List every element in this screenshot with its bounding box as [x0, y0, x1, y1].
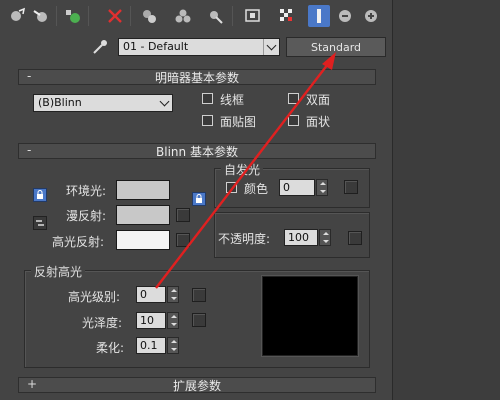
- self-illum-value-field[interactable]: 0: [279, 179, 315, 196]
- faceted-checkbox[interactable]: [288, 115, 299, 126]
- blinn-rollout-header[interactable]: - Blinn 基本参数: [18, 143, 376, 159]
- specular-map-button[interactable]: [176, 233, 190, 247]
- copy-material-icon[interactable]: [138, 5, 160, 27]
- spec-level-map-button[interactable]: [192, 288, 206, 302]
- put-to-library-icon[interactable]: [204, 5, 226, 27]
- opacity-spinner[interactable]: [319, 229, 331, 246]
- go-forward-icon[interactable]: [360, 5, 382, 27]
- spec-level-field[interactable]: 0: [136, 286, 166, 303]
- assign-material-icon[interactable]: [62, 5, 84, 27]
- go-to-parent-icon[interactable]: [334, 5, 356, 27]
- shader-rollout-header[interactable]: - 明暗器基本参数: [18, 69, 376, 85]
- chevron-down-icon: [156, 95, 172, 111]
- self-illum-map-button[interactable]: [344, 180, 358, 194]
- opacity-label: 不透明度:: [218, 232, 271, 246]
- lock-diffuse-map-icon[interactable]: [192, 192, 206, 206]
- extended-rollout-title: 扩展参数: [172, 378, 221, 393]
- opacity-map-button[interactable]: [348, 231, 362, 245]
- soften-label: 柔化:: [96, 341, 125, 355]
- specular-label: 高光反射:: [52, 235, 105, 249]
- link-icon[interactable]: [33, 216, 47, 230]
- glossiness-map-button[interactable]: [192, 313, 206, 327]
- show-end-result-icon[interactable]: [308, 5, 330, 27]
- self-illum-color-label: 颜色: [244, 182, 269, 196]
- reset-map-icon[interactable]: [104, 5, 126, 27]
- ambient-color-swatch[interactable]: [116, 180, 170, 200]
- opacity-value-field[interactable]: 100: [284, 229, 318, 246]
- highlight-curve-preview: [262, 276, 358, 356]
- soften-spinner[interactable]: [167, 337, 179, 354]
- two-sided-checkbox[interactable]: [288, 93, 299, 104]
- material-id-icon[interactable]: [242, 5, 264, 27]
- get-material-icon[interactable]: [6, 5, 28, 27]
- glossiness-label: 光泽度:: [82, 316, 123, 330]
- put-to-scene-icon[interactable]: [30, 5, 52, 27]
- expand-sign: +: [27, 377, 38, 391]
- side-panel: [392, 0, 500, 400]
- face-map-checkbox[interactable]: [202, 115, 213, 126]
- blinn-rollout-title: Blinn 基本参数: [156, 144, 238, 159]
- self-illum-color-checkbox[interactable]: [226, 182, 237, 193]
- specular-highlights-title: 反射高光: [31, 263, 86, 280]
- material-name-dropdown[interactable]: 01 - Default: [118, 38, 280, 56]
- soften-field[interactable]: 0.1: [136, 337, 166, 354]
- collapse-sign: -: [27, 143, 32, 157]
- diffuse-color-swatch[interactable]: [116, 205, 170, 225]
- glossiness-field[interactable]: 10: [136, 312, 166, 329]
- wire-checkbox[interactable]: [202, 93, 213, 104]
- two-sided-label: 双面: [306, 93, 331, 107]
- lock-ambient-diffuse-icon[interactable]: [33, 188, 47, 202]
- specular-color-swatch[interactable]: [116, 230, 170, 250]
- ambient-label: 环境光:: [66, 184, 107, 198]
- faceted-label: 面状: [306, 115, 331, 129]
- shader-type-dropdown[interactable]: (B)Blinn: [33, 94, 173, 112]
- eyedropper-icon[interactable]: [90, 38, 110, 56]
- spec-level-label: 高光级别:: [68, 290, 121, 304]
- diffuse-label: 漫反射:: [66, 209, 107, 223]
- wire-label: 线框: [220, 93, 245, 107]
- face-map-label: 面贴图: [220, 115, 257, 129]
- extended-rollout-header[interactable]: + 扩展参数: [18, 377, 376, 393]
- spec-level-spinner[interactable]: [167, 286, 179, 303]
- self-illumination-title: 自发光: [221, 161, 264, 178]
- glossiness-spinner[interactable]: [167, 312, 179, 329]
- diffuse-map-button[interactable]: [176, 208, 190, 222]
- material-name-value: 01 - Default: [123, 40, 189, 53]
- self-illum-spinner[interactable]: [316, 179, 328, 196]
- material-type-button[interactable]: Standard: [286, 37, 386, 57]
- make-unique-icon[interactable]: [172, 5, 194, 27]
- collapse-sign: -: [27, 69, 32, 83]
- show-map-icon[interactable]: [276, 5, 298, 27]
- shader-type-value: (B)Blinn: [38, 96, 82, 109]
- chevron-down-icon: [263, 39, 279, 55]
- shader-rollout-title: 明暗器基本参数: [154, 70, 239, 85]
